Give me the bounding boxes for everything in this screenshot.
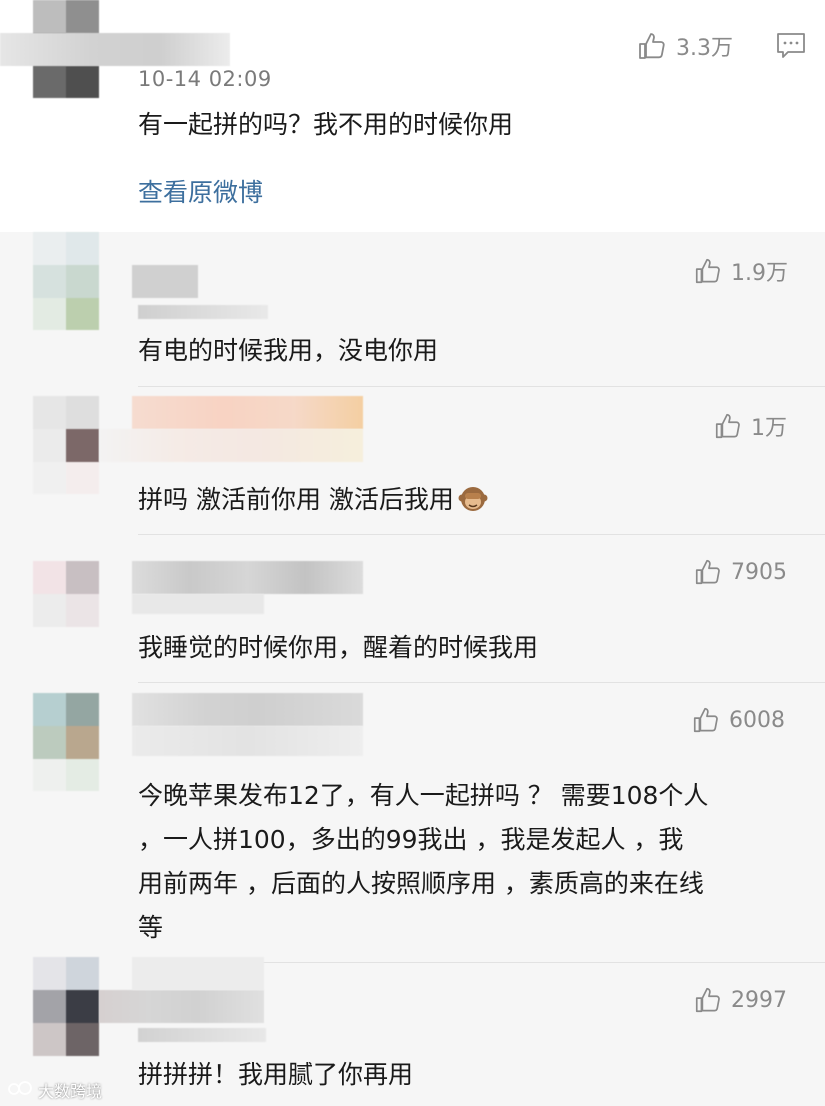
comment-text-line: 等 <box>138 913 164 942</box>
watermark-text: 大数跨境 <box>38 1082 103 1101</box>
avatar[interactable] <box>33 693 99 791</box>
timestamp-redacted <box>138 1028 266 1042</box>
comment-like-button[interactable]: 6008 <box>691 705 785 735</box>
comment-text: 拼拼拼！我用腻了你再用 <box>138 1060 414 1089</box>
comment-like-button[interactable]: 7905 <box>693 557 787 587</box>
comment-text: 拼吗 激活前你用 激活后我用 <box>138 478 488 522</box>
divider <box>138 386 825 387</box>
post-timestamp: 10-14 02:09 <box>138 67 272 91</box>
comment-text: 我睡觉的时候你用，醒着的时候我用 <box>138 633 539 662</box>
thumbs-up-icon <box>693 985 723 1015</box>
timestamp-redacted <box>138 305 268 319</box>
view-original-link[interactable]: 查看原微博 <box>138 173 263 209</box>
comment-like-count: 1.9万 <box>731 261 788 286</box>
watermark-logo-icon <box>8 1079 34 1101</box>
comment-text-line: 今晚苹果发布12了，有人一起拼吗 ？ 需要108个人 <box>138 781 709 810</box>
username-redacted <box>132 561 363 594</box>
comment-like-count: 7905 <box>731 559 787 585</box>
avatar[interactable] <box>33 957 99 1056</box>
see-no-evil-monkey-emoji <box>458 484 488 514</box>
username-redacted <box>132 265 198 298</box>
post-like-count: 3.3万 <box>676 36 733 61</box>
comment-like-count: 1万 <box>751 416 787 441</box>
comment-text-content: 拼吗 激活前你用 激活后我用 <box>138 485 454 514</box>
thumbs-up-icon <box>693 256 723 286</box>
post-text: 有一起拼的吗？我不用的时候你用 <box>138 110 514 139</box>
timestamp-redacted <box>132 726 363 756</box>
avatar[interactable] <box>33 396 99 494</box>
comment-text-line: ，一人拼100，多出的99我出 ，我是发起人 ，我 <box>138 825 684 854</box>
thumbs-up-icon <box>636 30 668 62</box>
timestamp-redacted <box>132 594 264 614</box>
divider <box>138 682 825 683</box>
watermark: 大数跨境 <box>8 1078 102 1102</box>
username-redacted <box>132 396 363 429</box>
username-redacted <box>132 957 264 990</box>
thumbs-up-icon <box>693 557 723 587</box>
comment-text: 有电的时候我用，没电你用 <box>138 336 439 365</box>
post-card: 10-14 02:09 有一起拼的吗？我不用的时候你用 查看原微博 3.3万 <box>0 0 825 232</box>
comment-like-button[interactable]: 1万 <box>713 410 787 442</box>
comment-like-button[interactable]: 2997 <box>693 985 787 1015</box>
comment-icon[interactable] <box>776 32 806 64</box>
divider <box>138 534 825 535</box>
username-redacted <box>0 33 230 66</box>
comment-text-line: 用前两年 ，后面的人按照顺序用 ，素质高的来在线 <box>138 869 704 898</box>
avatar[interactable] <box>33 561 99 627</box>
avatar[interactable] <box>33 232 99 330</box>
comment-like-button[interactable]: 1.9万 <box>693 255 788 287</box>
username-redacted <box>99 990 264 1023</box>
comment-like-count: 6008 <box>729 707 785 733</box>
post-like-button[interactable]: 3.3万 <box>636 30 733 62</box>
comment-like-count: 2997 <box>731 987 787 1013</box>
thumbs-up-icon <box>691 705 721 735</box>
username-redacted <box>132 693 363 726</box>
thumbs-up-icon <box>713 411 743 441</box>
username-redacted <box>99 429 363 462</box>
